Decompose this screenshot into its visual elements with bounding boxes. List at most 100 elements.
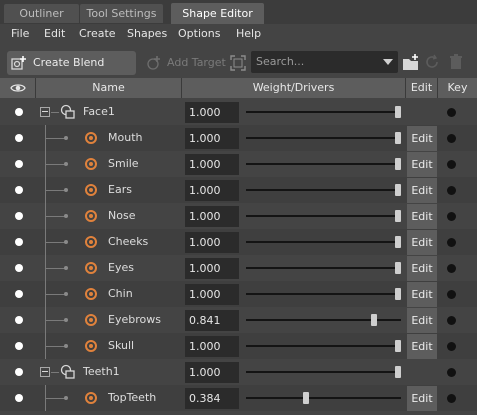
chevron-down-icon[interactable] <box>383 59 393 65</box>
search-field[interactable]: Search... <box>251 51 398 73</box>
slider-handle[interactable] <box>395 262 401 274</box>
slider-handle[interactable] <box>303 392 310 404</box>
frame-selection-icon[interactable] <box>230 55 246 71</box>
menu-shapes[interactable]: Shapes <box>127 26 167 42</box>
tab-shape-editor[interactable]: Shape Editor <box>171 3 264 24</box>
keyframe-dot-icon[interactable] <box>447 394 456 403</box>
row-name[interactable]: Chin <box>108 281 133 307</box>
weight-slider[interactable] <box>243 151 403 177</box>
visibility-toggle[interactable] <box>0 177 35 203</box>
weight-slider[interactable] <box>243 359 403 385</box>
weight-slider[interactable] <box>243 125 403 151</box>
menu-options[interactable]: Options <box>178 26 220 42</box>
table-row[interactable]: Teeth1 1.000 <box>0 359 477 385</box>
collapse-icon[interactable] <box>40 107 50 117</box>
weight-field[interactable]: 0.841 <box>185 310 239 331</box>
add-target-button[interactable]: Add Target <box>143 51 229 75</box>
slider-handle[interactable] <box>395 210 401 222</box>
key-column-header[interactable]: Key <box>438 78 477 98</box>
weight-slider[interactable] <box>243 333 403 359</box>
weight-field[interactable]: 1.000 <box>185 258 239 279</box>
visibility-toggle[interactable] <box>0 99 35 125</box>
visibility-toggle[interactable] <box>0 229 35 255</box>
visibility-toggle[interactable] <box>0 333 35 359</box>
edit-button[interactable]: Edit <box>407 334 437 359</box>
row-name[interactable]: Teeth1 <box>83 359 120 385</box>
visibility-toggle[interactable] <box>0 255 35 281</box>
weight-field[interactable]: 0.384 <box>185 388 239 409</box>
keyframe-dot-icon[interactable] <box>447 290 456 299</box>
visibility-toggle[interactable] <box>0 359 35 385</box>
menu-help[interactable]: Help <box>236 26 261 42</box>
table-row[interactable]: Cheeks 1.000 Edit <box>0 229 477 255</box>
menu-edit[interactable]: Edit <box>44 26 65 42</box>
row-name[interactable]: Face1 <box>83 99 115 125</box>
menu-file[interactable]: File <box>11 26 29 42</box>
keyframe-dot-icon[interactable] <box>447 342 456 351</box>
slider-handle[interactable] <box>395 184 401 196</box>
weight-field[interactable]: 1.000 <box>185 206 239 227</box>
weight-field[interactable]: 1.000 <box>185 102 239 123</box>
weight-field[interactable]: 1.000 <box>185 232 239 253</box>
trash-icon[interactable] <box>447 53 465 71</box>
menu-create[interactable]: Create <box>79 26 116 42</box>
row-name[interactable]: Ears <box>108 177 132 203</box>
weight-field[interactable]: 1.000 <box>185 128 239 149</box>
new-folder-icon[interactable] <box>402 53 420 71</box>
edit-button[interactable]: Edit <box>407 204 437 229</box>
weight-field[interactable]: 1.000 <box>185 180 239 201</box>
keyframe-dot-icon[interactable] <box>447 316 456 325</box>
tab-outliner[interactable]: Outliner <box>4 4 79 23</box>
visibility-toggle[interactable] <box>0 151 35 177</box>
weight-field[interactable]: 1.000 <box>185 154 239 175</box>
edit-button[interactable]: Edit <box>407 230 437 255</box>
slider-handle[interactable] <box>395 340 401 352</box>
edit-button[interactable]: Edit <box>407 282 437 307</box>
visibility-toggle[interactable] <box>0 281 35 307</box>
table-row[interactable]: Ears 1.000 Edit <box>0 177 477 203</box>
row-name[interactable]: Nose <box>108 203 135 229</box>
name-column-header[interactable]: Name <box>36 78 182 98</box>
slider-handle[interactable] <box>395 158 401 170</box>
table-row[interactable]: Smile 1.000 Edit <box>0 151 477 177</box>
weight-slider[interactable] <box>243 255 403 281</box>
weight-slider[interactable] <box>243 229 403 255</box>
row-name[interactable]: TopTeeth <box>108 385 156 411</box>
weight-field[interactable]: 1.000 <box>185 336 239 357</box>
weight-slider[interactable] <box>243 99 403 125</box>
edit-button[interactable]: Edit <box>407 256 437 281</box>
edit-button[interactable]: Edit <box>407 178 437 203</box>
edit-button[interactable]: Edit <box>407 308 437 333</box>
row-name[interactable]: Eyes <box>108 255 134 281</box>
keyframe-dot-icon[interactable] <box>447 264 456 273</box>
edit-column-header[interactable]: Edit <box>406 78 438 98</box>
weight-slider[interactable] <box>243 203 403 229</box>
slider-handle[interactable] <box>371 314 378 326</box>
slider-handle[interactable] <box>395 132 401 144</box>
table-row[interactable]: Mouth 1.000 Edit <box>0 125 477 151</box>
table-row[interactable]: Skull 1.000 Edit <box>0 333 477 359</box>
create-blend-shape-button[interactable]: Create Blend Shape <box>7 51 136 93</box>
refresh-icon[interactable] <box>423 53 441 71</box>
weight-field[interactable]: 1.000 <box>185 362 239 383</box>
table-row[interactable]: Chin 1.000 Edit <box>0 281 477 307</box>
visibility-column-header[interactable] <box>0 78 36 98</box>
keyframe-dot-icon[interactable] <box>447 160 456 169</box>
keyframe-dot-icon[interactable] <box>447 186 456 195</box>
table-row[interactable]: Eyebrows 0.841 Edit <box>0 307 477 333</box>
weight-slider[interactable] <box>243 281 403 307</box>
weight-field[interactable]: 1.000 <box>185 284 239 305</box>
keyframe-dot-icon[interactable] <box>447 108 456 117</box>
edit-button[interactable]: Edit <box>407 152 437 177</box>
weight-slider[interactable] <box>243 307 403 333</box>
table-row[interactable]: TopTeeth 0.384 Edit <box>0 385 477 411</box>
visibility-toggle[interactable] <box>0 203 35 229</box>
weight-drivers-column-header[interactable]: Weight/Drivers <box>182 78 406 98</box>
tab-tool-settings[interactable]: Tool Settings <box>80 4 163 23</box>
keyframe-dot-icon[interactable] <box>447 238 456 247</box>
edit-button[interactable]: Edit <box>407 126 437 151</box>
slider-handle[interactable] <box>395 288 401 300</box>
row-name[interactable]: Smile <box>108 151 139 177</box>
slider-handle[interactable] <box>395 236 401 248</box>
table-row[interactable]: Eyes 1.000 Edit <box>0 255 477 281</box>
